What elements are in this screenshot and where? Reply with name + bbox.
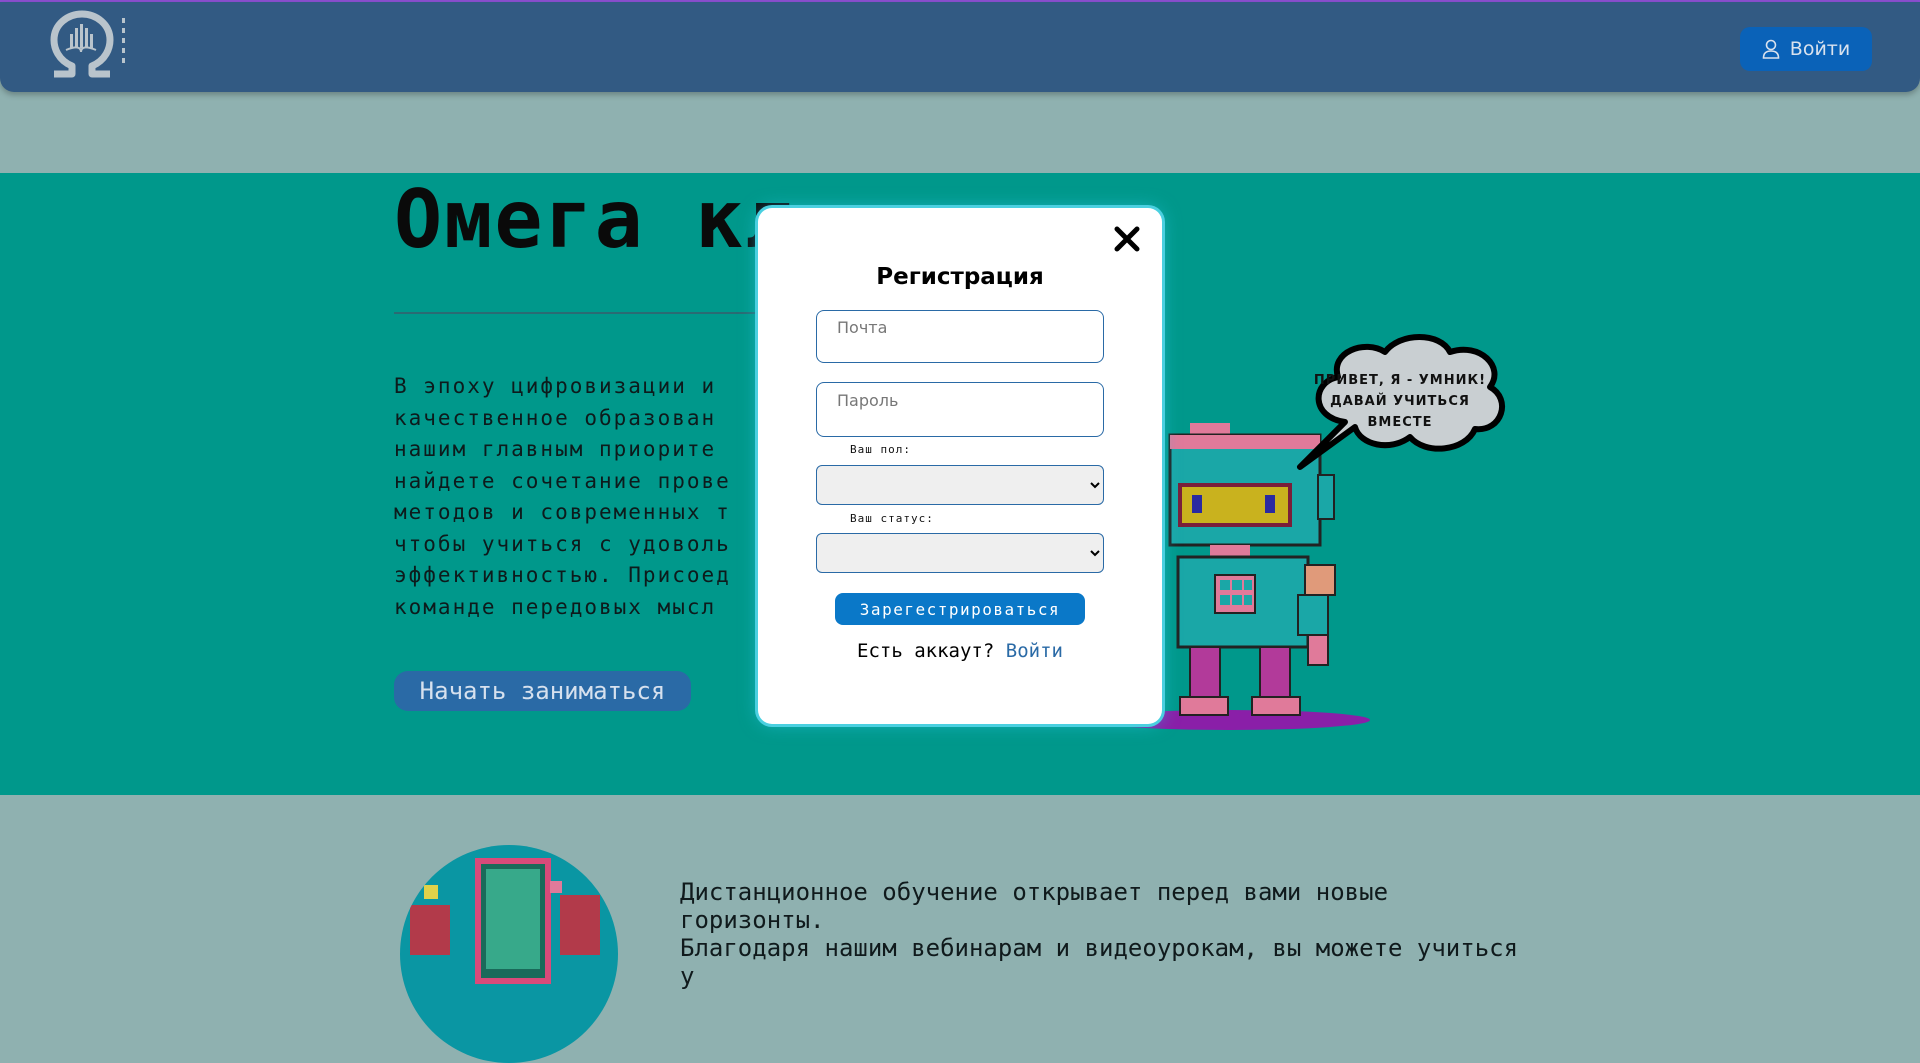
register-button[interactable]: Зарегестрироваться [835, 593, 1085, 625]
about-text: Дистанционное обучение открывает перед в… [680, 878, 1519, 990]
have-account-row: Есть аккаут? Войти [758, 640, 1162, 662]
header-login-label: Войти [1789, 38, 1851, 60]
header-login-button[interactable]: Войти [1740, 27, 1872, 71]
mascot-speech-text: ПРИВЕТ, Я - УМНИК! ДАВАЙ УЧИТЬСЯ ВМЕСТЕ [1313, 373, 1487, 430]
modal-login-link[interactable]: Войти [1006, 640, 1063, 662]
status-select[interactable] [816, 533, 1104, 573]
hero-title: Омега кл [394, 173, 796, 266]
email-field[interactable] [816, 310, 1104, 363]
gender-select[interactable] [816, 465, 1104, 505]
hero-divider [394, 312, 764, 314]
mascot-speech: ПРИВЕТ, Я - УМНИК! ДАВАЙ УЧИТЬСЯ ВМЕСТЕ [1305, 370, 1495, 433]
have-account-text: Есть аккаут? [857, 640, 995, 662]
hero-description: В эпоху цифровизации и качественное обра… [394, 374, 731, 619]
password-field[interactable] [816, 382, 1104, 437]
modal-title: Регистрация [876, 264, 1044, 290]
omega-logo[interactable] [46, 10, 136, 82]
site-header: Войти [0, 2, 1920, 92]
classroom-illustration [400, 845, 618, 1063]
user-icon [1762, 39, 1780, 59]
registration-modal: Регистрация Ваш пол: Ваш статус: Зарегес… [758, 208, 1162, 724]
classroom-illustration-art [410, 858, 600, 984]
start-learning-button[interactable]: Начать заниматься [394, 671, 691, 711]
status-label: Ваш статус: [850, 512, 934, 525]
gender-label: Ваш пол: [850, 443, 911, 456]
close-icon[interactable] [1112, 224, 1142, 254]
